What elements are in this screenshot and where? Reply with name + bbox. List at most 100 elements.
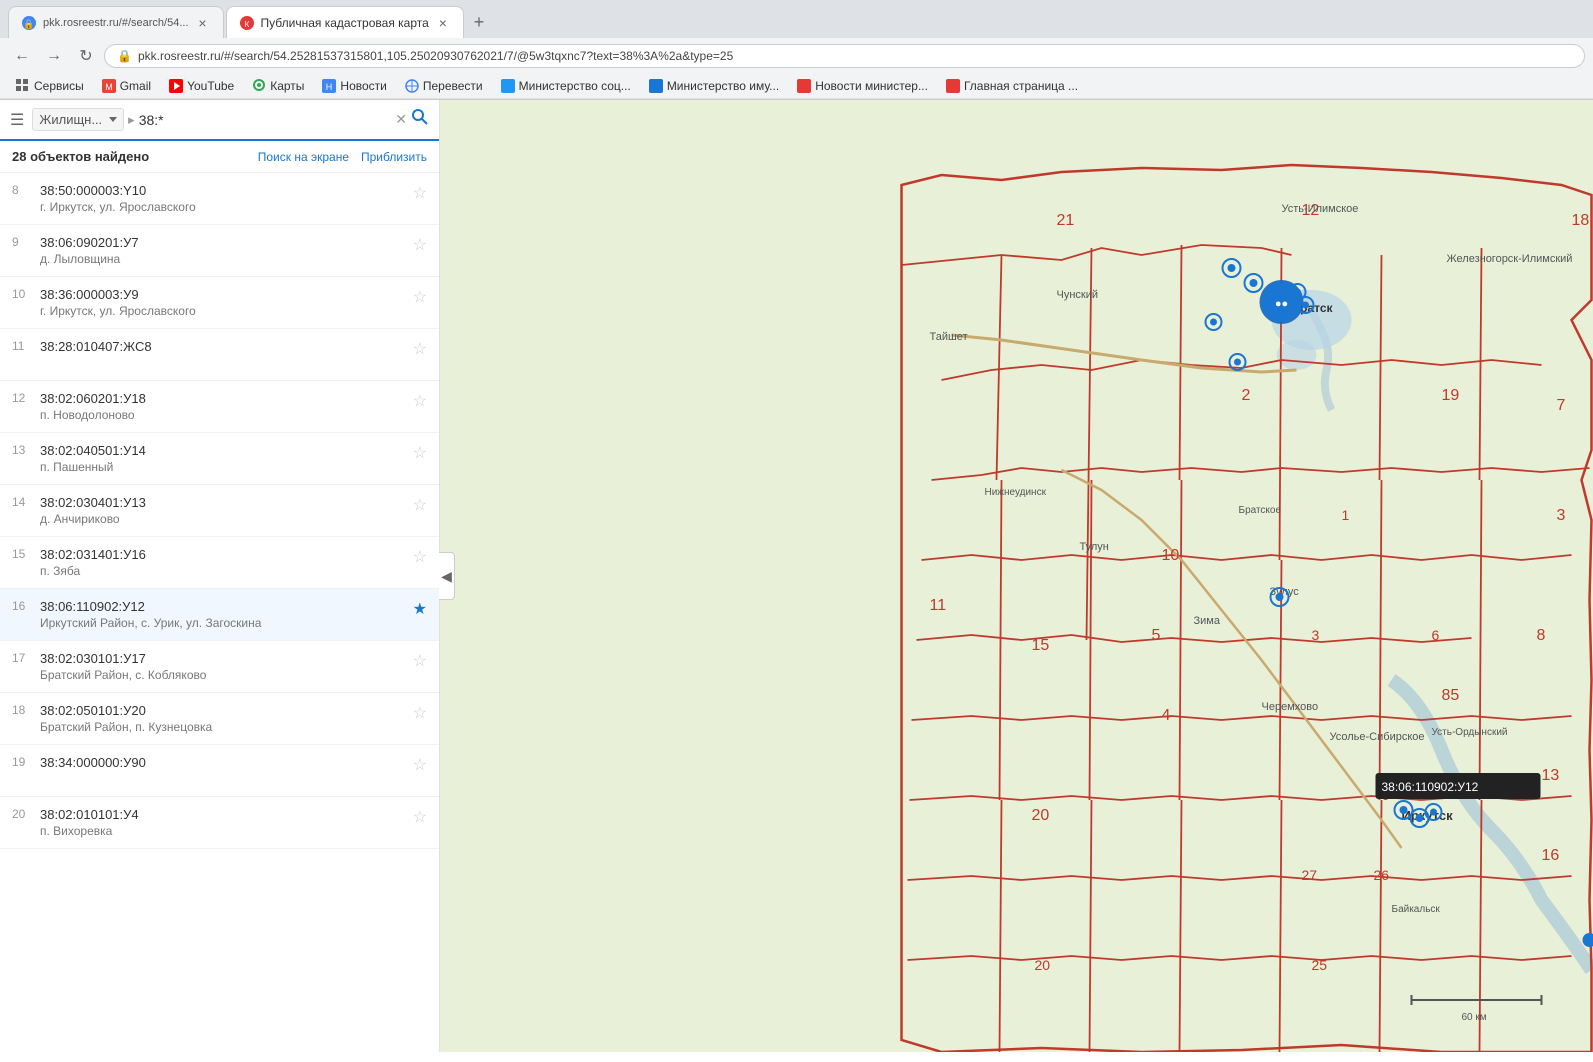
search-category-selector[interactable]: Жилищн... bbox=[32, 108, 124, 131]
bookmark-gmail[interactable]: M Gmail bbox=[94, 76, 159, 96]
result-star-16[interactable]: ★ bbox=[413, 599, 427, 619]
svg-text:26: 26 bbox=[1374, 867, 1390, 883]
search-bar: ☰ Жилищн... ▸ ✕ bbox=[0, 100, 439, 141]
result-num-11: 11 bbox=[12, 339, 32, 353]
result-content-13: 38:02:040501:У14 п. Пашенный bbox=[40, 443, 405, 474]
grid-icon bbox=[16, 79, 30, 93]
zoom-in-button[interactable]: Приблизить bbox=[361, 150, 427, 164]
search-input[interactable] bbox=[139, 112, 396, 128]
map-area[interactable]: 21 12 18 7 2 19 3 11 10 15 5 4 85 20 13 … bbox=[440, 100, 1593, 1052]
result-addr-19 bbox=[40, 772, 405, 786]
result-star-20[interactable]: ☆ bbox=[413, 807, 427, 827]
result-code-15: 38:02:031401:У16 bbox=[40, 547, 405, 562]
result-content-12: 38:02:060201:У18 п. Новодолоново bbox=[40, 391, 405, 422]
bookmark-maps[interactable]: Карты bbox=[244, 76, 312, 96]
bookmark-news[interactable]: Н Новости bbox=[314, 76, 394, 96]
bookmark-translate-label: Перевести bbox=[423, 79, 483, 93]
result-item-9[interactable]: 9 38:06:090201:У7 д. Лыловщина ☆ bbox=[0, 225, 439, 277]
lock-icon: 🔒 bbox=[117, 49, 132, 63]
tab-bar: 🔒 pkk.rosreestr.ru/#/search/54... × К Пу… bbox=[0, 0, 1593, 38]
search-divider: ▸ bbox=[128, 112, 135, 128]
search-category-label: Жилищн... bbox=[39, 112, 102, 127]
svg-text:18: 18 bbox=[1572, 212, 1590, 229]
result-item-11[interactable]: 11 38:28:010407:ЖС8 ☆ bbox=[0, 329, 439, 381]
result-code-11: 38:28:010407:ЖС8 bbox=[40, 339, 405, 354]
svg-text:Братское: Братское bbox=[1239, 505, 1282, 516]
svg-text:20: 20 bbox=[1032, 807, 1050, 824]
result-item-13[interactable]: 13 38:02:040501:У14 п. Пашенный ☆ bbox=[0, 433, 439, 485]
result-code-13: 38:02:040501:У14 bbox=[40, 443, 405, 458]
results-count: 28 объектов найдено bbox=[12, 149, 149, 164]
svg-text:10: 10 bbox=[1162, 547, 1180, 564]
result-star-11[interactable]: ☆ bbox=[413, 339, 427, 359]
bookmark-translate[interactable]: Перевести bbox=[397, 76, 491, 96]
svg-text:60 км: 60 км bbox=[1462, 1012, 1487, 1023]
back-button[interactable]: ← bbox=[8, 42, 36, 70]
svg-text:11: 11 bbox=[930, 597, 947, 614]
hamburger-icon[interactable]: ☰ bbox=[10, 110, 24, 130]
result-content-20: 38:02:010101:У4 п. Вихоревка bbox=[40, 807, 405, 838]
result-star-14[interactable]: ☆ bbox=[413, 495, 427, 515]
bookmark-ministry-news[interactable]: Новости министер... bbox=[789, 76, 936, 96]
collapse-panel-button[interactable]: ◀ bbox=[439, 552, 455, 600]
nav-bar: ← → ↻ 🔒 pkk.rosreestr.ru/#/search/54.252… bbox=[0, 38, 1593, 74]
bookmark-ministry-imu[interactable]: Министерство иму... bbox=[641, 76, 787, 96]
bookmark-main[interactable]: Главная страница ... bbox=[938, 76, 1086, 96]
result-star-15[interactable]: ☆ bbox=[413, 547, 427, 567]
svg-text:●●: ●● bbox=[1275, 298, 1288, 310]
bookmark-ministry-news-label: Новости министер... bbox=[815, 79, 928, 93]
svg-text:1: 1 bbox=[1342, 507, 1350, 523]
svg-text:Н: Н bbox=[326, 82, 333, 92]
result-addr-10: г. Иркутск, ул. Ярославского bbox=[40, 304, 405, 318]
result-item-15[interactable]: 15 38:02:031401:У16 п. Зяба ☆ bbox=[0, 537, 439, 589]
result-item-20[interactable]: 20 38:02:010101:У4 п. Вихоревка ☆ bbox=[0, 797, 439, 849]
result-item-8[interactable]: 8 38:50:000003:Y10 г. Иркутск, ул. Яросл… bbox=[0, 173, 439, 225]
address-bar[interactable]: 🔒 pkk.rosreestr.ru/#/search/54.252815373… bbox=[104, 44, 1585, 68]
result-addr-13: п. Пашенный bbox=[40, 460, 405, 474]
result-star-9[interactable]: ☆ bbox=[413, 235, 427, 255]
result-star-13[interactable]: ☆ bbox=[413, 443, 427, 463]
result-item-18[interactable]: 18 38:02:050101:У20 Братский Район, п. К… bbox=[0, 693, 439, 745]
reload-button[interactable]: ↻ bbox=[72, 42, 100, 70]
svg-text:85: 85 bbox=[1442, 687, 1460, 704]
translate-icon bbox=[405, 79, 419, 93]
result-item-19[interactable]: 19 38:34:000000:У90 ☆ bbox=[0, 745, 439, 797]
result-item-10[interactable]: 10 38:36:000003:У9 г. Иркутск, ул. Яросл… bbox=[0, 277, 439, 329]
search-go-icon[interactable] bbox=[411, 108, 429, 131]
svg-text:Зулус: Зулус bbox=[1270, 586, 1300, 598]
svg-text:2: 2 bbox=[1242, 387, 1251, 404]
search-clear-icon[interactable]: ✕ bbox=[395, 111, 407, 128]
result-num-17: 17 bbox=[12, 651, 32, 665]
svg-text:Черемхово: Черемхово bbox=[1262, 701, 1319, 713]
result-star-8[interactable]: ☆ bbox=[413, 183, 427, 203]
bookmark-ministry-soc[interactable]: Министерство соц... bbox=[493, 76, 639, 96]
result-num-13: 13 bbox=[12, 443, 32, 457]
svg-text:38:06:110902:У12: 38:06:110902:У12 bbox=[1382, 780, 1479, 794]
svg-text:Железногорск-Илимский: Железногорск-Илимский bbox=[1447, 253, 1573, 265]
result-item-17[interactable]: 17 38:02:030101:У17 Братский Район, с. К… bbox=[0, 641, 439, 693]
result-star-18[interactable]: ☆ bbox=[413, 703, 427, 723]
result-star-10[interactable]: ☆ bbox=[413, 287, 427, 307]
result-item-14[interactable]: 14 38:02:030401:У13 д. Анчириково ☆ bbox=[0, 485, 439, 537]
result-item-12[interactable]: 12 38:02:060201:У18 п. Новодолоново ☆ bbox=[0, 381, 439, 433]
svg-text:6: 6 bbox=[1432, 627, 1440, 643]
forward-button[interactable]: → bbox=[40, 42, 68, 70]
search-on-screen-button[interactable]: Поиск на экране bbox=[258, 150, 349, 164]
result-addr-16: Иркутский Район, с. Урик, ул. Загоскина bbox=[40, 616, 405, 630]
result-code-18: 38:02:050101:У20 bbox=[40, 703, 405, 718]
svg-text:27: 27 bbox=[1302, 867, 1318, 883]
result-star-17[interactable]: ☆ bbox=[413, 651, 427, 671]
result-star-12[interactable]: ☆ bbox=[413, 391, 427, 411]
tab-1-close[interactable]: × bbox=[195, 15, 211, 31]
svg-text:Байкальск: Байкальск bbox=[1392, 904, 1441, 915]
result-star-19[interactable]: ☆ bbox=[413, 755, 427, 775]
result-num-10: 10 bbox=[12, 287, 32, 301]
bookmark-services[interactable]: Сервисы bbox=[8, 76, 92, 96]
result-item-16[interactable]: 16 38:06:110902:У12 Иркутский Район, с. … bbox=[0, 589, 439, 641]
svg-text:8: 8 bbox=[1537, 627, 1546, 644]
tab-1[interactable]: 🔒 pkk.rosreestr.ru/#/search/54... × bbox=[8, 6, 224, 38]
tab-2[interactable]: К Публичная кадастровая карта × bbox=[226, 6, 464, 38]
bookmark-youtube[interactable]: YouTube bbox=[161, 76, 242, 96]
tab-2-close[interactable]: × bbox=[435, 15, 451, 31]
new-tab-button[interactable]: + bbox=[466, 12, 493, 33]
